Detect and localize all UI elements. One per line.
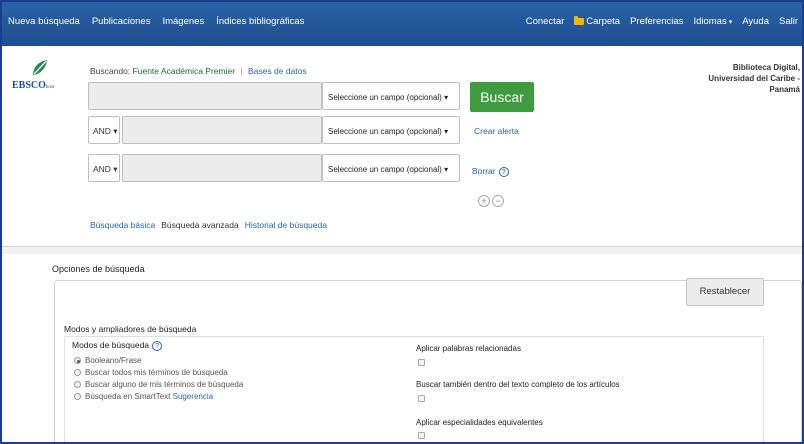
help-icon[interactable]: ? (152, 341, 163, 351)
top-navigation-bar: Nueva búsqueda Publicaciones Imágenes Ín… (2, 2, 802, 46)
nav-indexes[interactable]: Índices bibliográficas (216, 16, 304, 27)
search-modes-heading: Modos de búsqueda? (72, 340, 163, 351)
basic-search-link[interactable]: Búsqueda básica (90, 220, 155, 230)
search-input-2[interactable] (122, 116, 322, 144)
operator-select-3[interactable]: AND ▾ (88, 154, 120, 182)
radio-icon[interactable] (74, 369, 81, 376)
mode-label: Buscar alguno de mis términos de búsqued… (85, 380, 244, 389)
expander-related-words-label: Aplicar palabras relacionadas (416, 344, 521, 353)
logo-suffix: host (45, 85, 55, 90)
add-row-icon[interactable]: + (478, 195, 490, 207)
nav-images[interactable]: Imágenes (162, 16, 204, 27)
nav-exit[interactable]: Salir (779, 16, 798, 27)
search-options-title: Opciones de búsqueda (52, 264, 145, 274)
search-mode-links: Búsqueda básica Búsqueda avanzada Histor… (90, 220, 327, 230)
advanced-search-link[interactable]: Búsqueda avanzada (161, 220, 239, 230)
expander-full-text-label: Buscar también dentro del texto completo… (416, 380, 620, 389)
reset-button[interactable]: Restablecer (686, 278, 764, 306)
nav-connect[interactable]: Conectar (526, 16, 565, 27)
choose-databases-link[interactable]: Bases de datos (248, 66, 307, 76)
expander-equivalent-subjects-label: Aplicar especialidades equivalentes (416, 418, 543, 427)
nav-languages-label: Idiomas (693, 16, 727, 27)
nav-folder[interactable]: Carpeta (574, 16, 620, 27)
nav-publications[interactable]: Publicaciones (92, 16, 151, 27)
add-remove-rows: + − (478, 195, 504, 207)
operator-select-2[interactable]: AND ▾ (88, 116, 120, 144)
mode-label: Booleano/Frase (85, 356, 142, 365)
mode-all-terms[interactable]: Buscar todos mis términos de búsqueda (74, 368, 228, 377)
search-button[interactable]: Buscar (470, 82, 534, 112)
search-modes-title: Modos de búsqueda (72, 340, 150, 350)
search-input-1[interactable] (88, 82, 322, 110)
mode-any-terms[interactable]: Buscar alguno de mis términos de búsqued… (74, 380, 243, 389)
modes-expanders-panel (64, 336, 764, 442)
mode-smarttext[interactable]: Búsqueda en SmartText Sugerencia (74, 392, 213, 401)
mode-boolean[interactable]: Booleano/Frase (74, 356, 141, 365)
library-info: Biblioteca Digital, Universidad del Cari… (708, 62, 800, 95)
chevron-down-icon: ▾ (728, 19, 733, 26)
expander-related-words-checkbox[interactable] (418, 359, 425, 366)
expander-full-text-checkbox[interactable] (418, 395, 425, 402)
help-icon[interactable]: ? (498, 167, 509, 177)
separator: | (240, 66, 243, 76)
radio-icon[interactable] (74, 393, 81, 400)
mode-label: Buscar todos mis términos de búsqueda (85, 368, 228, 377)
library-line-2: Universidad del Caribe - (708, 74, 800, 83)
logo-text: EBSCO (12, 80, 46, 91)
leaf-logo-icon (33, 60, 47, 75)
nav-folder-label: Carpeta (586, 16, 621, 27)
app-frame: Nueva búsqueda Publicaciones Imágenes Ín… (0, 0, 804, 444)
nav-new-search[interactable]: Nueva búsqueda (8, 16, 80, 27)
clear-link[interactable]: Borrar (472, 166, 496, 176)
modes-expanders-title: Modos y ampliadores de búsqueda (64, 324, 197, 334)
expander-equivalent-subjects-checkbox[interactable] (418, 432, 425, 439)
hint-link[interactable]: Sugerencia (173, 392, 213, 401)
radio-icon[interactable] (74, 381, 81, 388)
logo-wordmark: EBSCOhost (12, 80, 68, 91)
radio-selected-icon[interactable] (74, 357, 81, 364)
field-select-2[interactable]: Seleccione un campo (opcional) ▾ (322, 116, 460, 144)
field-select-1[interactable]: Seleccione un campo (opcional) ▾ (322, 82, 460, 110)
section-divider (2, 246, 802, 254)
folder-icon (574, 16, 585, 25)
search-input-3[interactable] (122, 154, 322, 182)
nav-preferences[interactable]: Preferencias (630, 16, 683, 27)
nav-help[interactable]: Ayuda (742, 16, 769, 27)
library-line-1: Biblioteca Digital, (732, 63, 800, 72)
search-history-link[interactable]: Historial de búsqueda (245, 220, 327, 230)
library-line-3: Panamá (769, 85, 800, 94)
create-alert-link[interactable]: Crear alerta (474, 126, 519, 136)
remove-row-icon[interactable]: − (492, 195, 504, 207)
database-name: Fuente Académica Premier (132, 66, 236, 76)
nav-languages[interactable]: Idiomas ▾ (693, 16, 732, 27)
field-select-3[interactable]: Seleccione un campo (opcional) ▾ (322, 154, 460, 182)
searching-in-line: Buscando: Fuente Académica Premier | Bas… (90, 66, 307, 76)
clear-area: Borrar? (472, 166, 509, 177)
ebsco-logo[interactable]: EBSCOhost (12, 58, 68, 91)
mode-label: Búsqueda en SmartText (85, 392, 171, 401)
searching-prefix: Buscando: (90, 66, 131, 76)
